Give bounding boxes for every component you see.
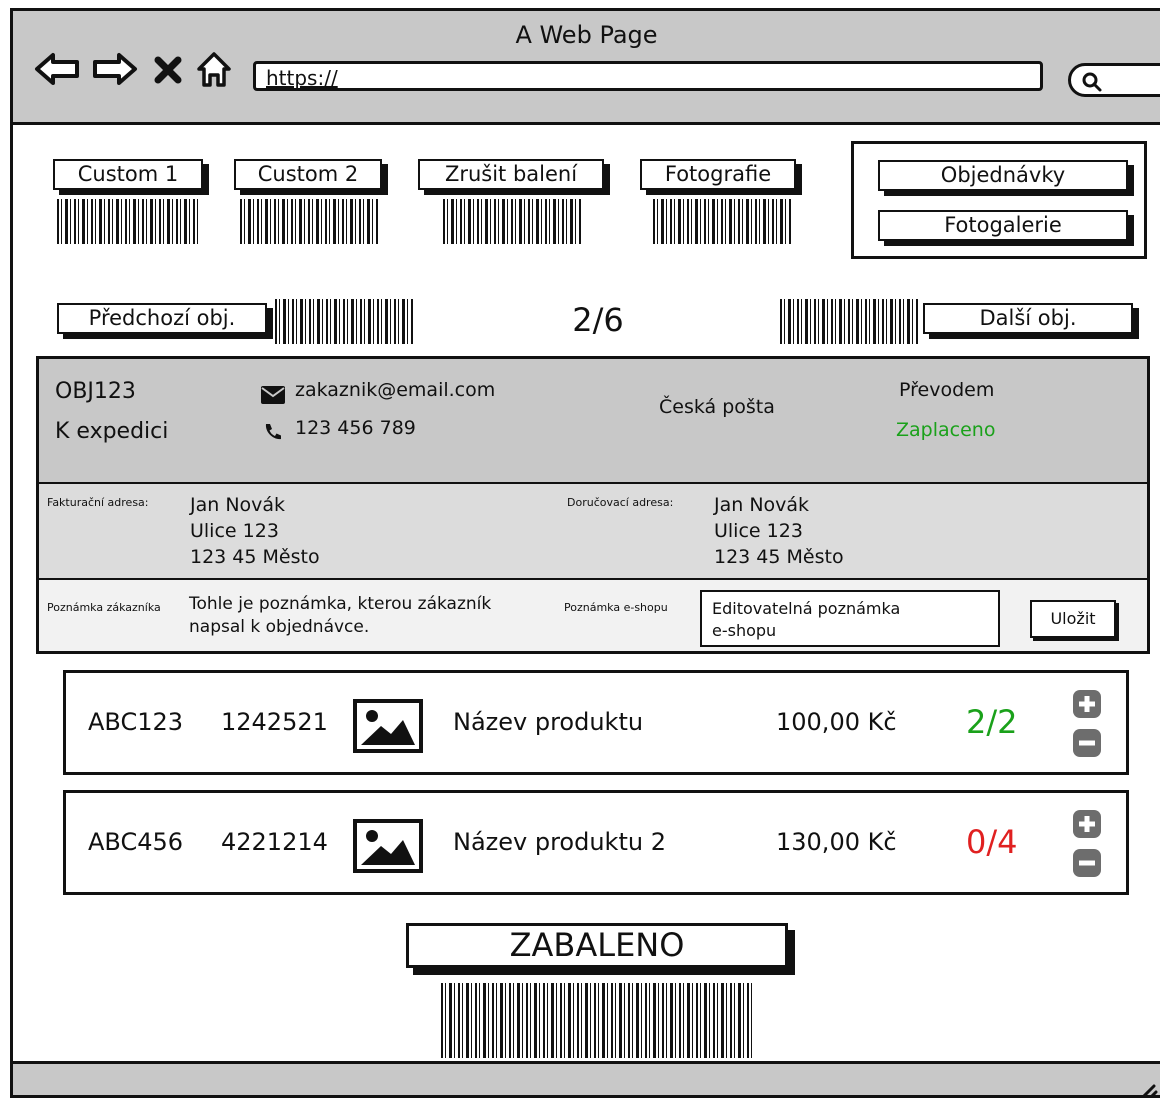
minus-icon[interactable] <box>1073 729 1101 757</box>
custom-2-barcode <box>240 199 380 244</box>
delivery-address: Jan Novák Ulice 123 123 45 Město <box>714 492 844 570</box>
billing-city: 123 45 Město <box>190 546 320 568</box>
packed-barcode <box>441 983 755 1058</box>
customer-note: Tohle je poznámka, kterou zákazník napsa… <box>189 593 491 639</box>
product-image-icon <box>353 819 423 873</box>
customer-email[interactable]: zakaznik@email.com <box>295 379 495 401</box>
product-price: 100,00 Kč <box>776 708 897 736</box>
product-ean: 4221214 <box>221 828 328 856</box>
home-icon[interactable] <box>196 51 232 89</box>
custom-2-button[interactable]: Custom 2 <box>234 159 382 190</box>
delivery-name: Jan Novák <box>714 494 810 516</box>
order-status: K expedici <box>55 419 169 444</box>
product-code: ABC456 <box>88 828 184 856</box>
order-id: OBJ123 <box>55 379 136 404</box>
navigation-group: Objednávky Fotogalerie <box>851 141 1147 259</box>
shop-note-line: Editovatelná poznámka <box>712 599 901 618</box>
payment-method: Převodem <box>899 379 995 401</box>
delivery-address-label: Doručovací adresa: <box>567 496 674 509</box>
next-order-barcode <box>780 299 920 344</box>
plus-icon[interactable] <box>1073 690 1101 718</box>
url-bar[interactable]: https:// <box>253 61 1043 91</box>
customer-note-label: Poznámka zákazníka <box>47 601 161 614</box>
back-arrow-icon[interactable] <box>33 51 81 87</box>
delivery-city: 123 45 Město <box>714 546 844 568</box>
photos-barcode <box>653 199 793 244</box>
custom-1-barcode <box>57 199 199 244</box>
order-counter: 2/6 <box>572 301 624 339</box>
product-price: 130,00 Kč <box>776 828 897 856</box>
packed-button[interactable]: ZABALENO <box>406 923 788 968</box>
phone-icon <box>265 424 281 440</box>
custom-1-button[interactable]: Custom 1 <box>53 159 203 190</box>
shop-note-line: e-shopu <box>712 621 777 640</box>
browser-toolbar: A Web Page https:// <box>13 11 1160 125</box>
delivery-street: Ulice 123 <box>714 520 803 542</box>
browser-window: A Web Page https:// Custom 1 Custom 2 Zr… <box>10 8 1160 1098</box>
shop-note-label: Poznámka e-shopu <box>564 601 668 614</box>
stop-icon[interactable] <box>153 55 183 85</box>
search-icon <box>1082 72 1102 92</box>
billing-street: Ulice 123 <box>190 520 279 542</box>
url-text: https:// <box>266 66 338 90</box>
minus-icon[interactable] <box>1073 849 1101 877</box>
browser-search-box[interactable] <box>1068 63 1160 97</box>
customer-note-line: Tohle je poznámka, kterou zákazník <box>189 594 492 614</box>
product-name: Název produktu 2 <box>453 828 666 856</box>
product-name: Název produktu <box>453 708 644 736</box>
order-header: OBJ123 K expedici zakaznik@email.com 123… <box>39 359 1147 484</box>
resize-grip-icon[interactable] <box>1134 1078 1158 1098</box>
product-row: ABC456 4221214 Název produktu 2 130,00 K… <box>63 790 1129 895</box>
product-row: ABC123 1242521 Název produktu 100,00 Kč … <box>63 670 1129 775</box>
product-code: ABC123 <box>88 708 184 736</box>
photos-button[interactable]: Fotografie <box>640 159 796 190</box>
envelope-icon <box>261 386 285 404</box>
previous-order-barcode <box>275 299 415 344</box>
billing-address-label: Fakturační adresa: <box>47 496 149 509</box>
payment-status: Zaplaceno <box>896 419 996 441</box>
orders-button[interactable]: Objednávky <box>878 160 1128 191</box>
order-detail-panel: OBJ123 K expedici zakaznik@email.com 123… <box>36 356 1150 654</box>
product-image-icon <box>353 699 423 753</box>
cancel-packing-barcode <box>443 199 583 244</box>
save-note-button[interactable]: Uložit <box>1030 600 1116 638</box>
notes-section: Poznámka zákazníka Tohle je poznámka, kt… <box>39 580 1147 651</box>
next-order-button[interactable]: Další obj. <box>923 303 1133 334</box>
customer-note-line: napsal k objednávce. <box>189 617 370 637</box>
addresses-section: Fakturační adresa: Jan Novák Ulice 123 1… <box>39 484 1147 580</box>
cancel-packing-button[interactable]: Zrušit balení <box>418 159 604 190</box>
customer-phone[interactable]: 123 456 789 <box>295 417 416 439</box>
forward-arrow-icon[interactable] <box>91 51 139 87</box>
window-title: A Web Page <box>515 21 658 49</box>
shipping-carrier: Česká pošta <box>659 396 775 418</box>
plus-icon[interactable] <box>1073 810 1101 838</box>
billing-address: Jan Novák Ulice 123 123 45 Město <box>190 492 320 570</box>
status-bar <box>13 1061 1160 1098</box>
shop-note-field[interactable]: Editovatelná poznámka e-shopu <box>700 590 1000 647</box>
product-quantity: 2/2 <box>966 703 1018 741</box>
previous-order-button[interactable]: Předchozí obj. <box>57 303 267 334</box>
billing-name: Jan Novák <box>190 494 286 516</box>
gallery-button[interactable]: Fotogalerie <box>878 210 1128 241</box>
product-ean: 1242521 <box>221 708 328 736</box>
product-quantity: 0/4 <box>966 823 1018 861</box>
